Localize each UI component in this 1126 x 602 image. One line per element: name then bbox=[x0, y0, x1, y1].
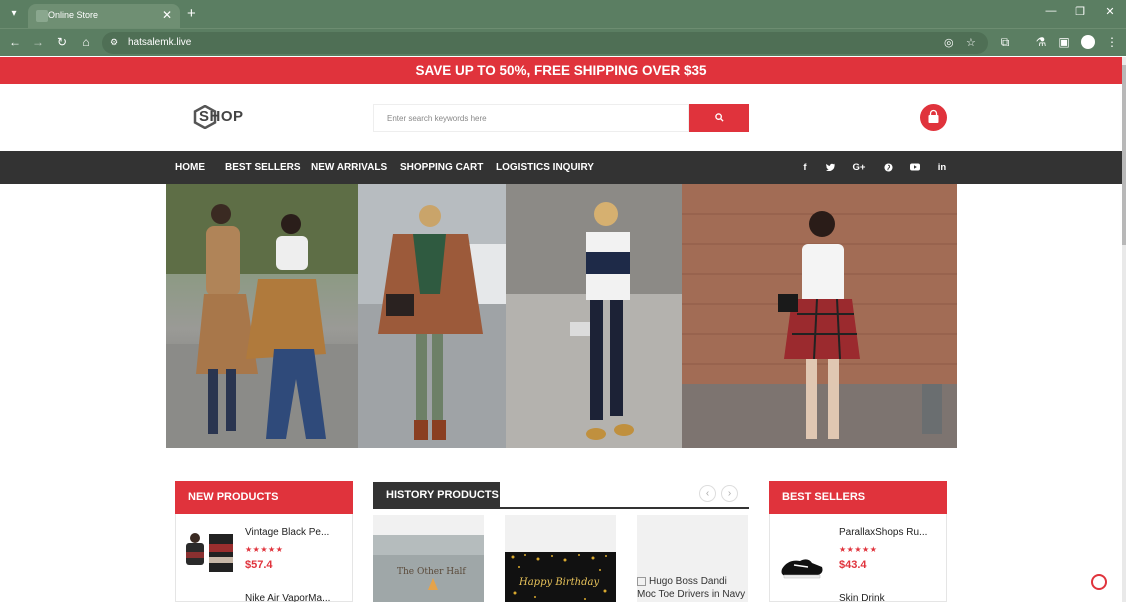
site-info-icon[interactable]: ⚙ bbox=[110, 37, 122, 49]
home-icon[interactable]: ⌂ bbox=[78, 35, 94, 49]
hero-image-1 bbox=[166, 184, 358, 448]
cart-button[interactable] bbox=[920, 104, 947, 131]
history-products-header: HISTORY PRODUCTS bbox=[373, 482, 500, 508]
chat-help-icon[interactable] bbox=[1091, 574, 1107, 590]
best-sellers-header: BEST SELLERS bbox=[769, 481, 947, 514]
logo-text: SHOP bbox=[199, 108, 244, 125]
restore-icon[interactable]: ❐ bbox=[1072, 5, 1088, 18]
history-product-3-broken-image: Hugo Boss Dandi Moc Toe Drivers in Navy … bbox=[637, 575, 748, 602]
history-next-button[interactable]: › bbox=[721, 485, 738, 502]
forward-icon[interactable]: → bbox=[30, 35, 46, 49]
scrollbar-thumb[interactable] bbox=[1122, 65, 1126, 245]
profile-avatar-icon[interactable] bbox=[1081, 35, 1095, 49]
history-product-1-image-text: The Other Half bbox=[397, 567, 466, 577]
tab-search-icon[interactable]: ▾ bbox=[6, 6, 22, 22]
best-seller-1-name[interactable]: ParallaxShops Ru... bbox=[839, 527, 927, 538]
main-menu: HOME BEST SELLERS NEW ARRIVALS SHOPPING … bbox=[0, 151, 1122, 184]
lab-icon[interactable]: ⚗ bbox=[1033, 35, 1049, 49]
google-plus-icon[interactable]: G+ bbox=[851, 151, 867, 184]
page-scrollbar[interactable] bbox=[1122, 57, 1126, 602]
tab-favicon-icon bbox=[36, 10, 48, 22]
minimize-icon[interactable]: — bbox=[1043, 5, 1059, 17]
best-seller-2-name[interactable]: Skin Drink bbox=[839, 593, 885, 602]
hero-image-4 bbox=[682, 184, 957, 448]
address-bar[interactable]: ⚙ hatsalemk.live ◎ ☆ bbox=[102, 32, 988, 54]
search-input[interactable] bbox=[373, 104, 689, 132]
twitter-icon[interactable] bbox=[822, 151, 838, 184]
history-product-card-1[interactable]: The Other Half bbox=[373, 515, 484, 602]
hero-banner[interactable] bbox=[166, 184, 957, 448]
best-seller-1-rating: ★★★★★ bbox=[839, 545, 878, 554]
hero-image-2 bbox=[358, 184, 506, 448]
history-product-3-alt-text: Hugo Boss Dandi Moc Toe Drivers in Navy … bbox=[637, 576, 746, 600]
new-product-1-name[interactable]: Vintage Black Pe... bbox=[245, 527, 329, 538]
back-icon[interactable]: ← bbox=[7, 35, 23, 49]
tab-close-icon[interactable]: ✕ bbox=[162, 8, 172, 22]
browser-toolbar: ← → ↻ ⌂ ⚙ hatsalemk.live ◎ ☆ ⧉ ⚗ ▣ ⋮ bbox=[0, 28, 1126, 56]
new-products-header: NEW PRODUCTS bbox=[175, 481, 353, 514]
youtube-icon[interactable] bbox=[907, 151, 923, 184]
facebook-icon[interactable]: f bbox=[797, 151, 813, 184]
tab-title: Online Store bbox=[48, 10, 99, 20]
search-button[interactable] bbox=[689, 104, 749, 132]
extensions-icon[interactable]: ⧉ bbox=[997, 35, 1013, 50]
best-seller-1-thumbnail[interactable] bbox=[778, 545, 826, 583]
history-product-card-2[interactable]: Happy Birthday bbox=[505, 515, 616, 602]
menu-item-new-arrivals[interactable]: NEW ARRIVALS bbox=[311, 151, 387, 184]
history-product-card-3[interactable]: Hugo Boss Dandi Moc Toe Drivers in Navy … bbox=[637, 515, 748, 602]
reload-icon[interactable]: ↻ bbox=[54, 35, 70, 49]
pinterest-icon[interactable] bbox=[880, 151, 896, 184]
history-prev-button[interactable]: ‹ bbox=[699, 485, 716, 502]
sidebar-icon[interactable]: ▣ bbox=[1056, 35, 1072, 49]
browser-tab[interactable]: Online Store ✕ bbox=[28, 4, 180, 28]
search-icon bbox=[714, 113, 724, 122]
menu-item-best-sellers[interactable]: BEST SELLERS bbox=[225, 151, 301, 184]
hero-image-3 bbox=[506, 184, 682, 448]
browser-tab-bar: ▾ Online Store ✕ + — ❐ ✕ bbox=[0, 0, 1126, 28]
browser-menu-icon[interactable]: ⋮ bbox=[1104, 35, 1120, 49]
new-product-2-name[interactable]: Nike Air VaporMa... bbox=[245, 593, 330, 602]
shopping-bag-icon bbox=[928, 109, 939, 123]
menu-item-shopping-cart[interactable]: SHOPPING CART bbox=[400, 151, 483, 184]
linkedin-icon[interactable]: in bbox=[934, 151, 950, 184]
broken-image-icon bbox=[637, 576, 646, 586]
eye-off-icon[interactable]: ◎ bbox=[944, 36, 954, 49]
best-seller-1-price: $43.4 bbox=[839, 559, 867, 571]
history-products-divider bbox=[373, 507, 749, 509]
bookmark-star-icon[interactable]: ☆ bbox=[966, 36, 976, 49]
menu-item-home[interactable]: HOME bbox=[175, 151, 205, 184]
menu-item-logistics-inquiry[interactable]: LOGISTICS INQUIRY bbox=[496, 151, 594, 184]
url-text[interactable]: hatsalemk.live bbox=[128, 37, 191, 48]
close-window-icon[interactable]: ✕ bbox=[1102, 5, 1118, 18]
new-product-1-price: $57.4 bbox=[245, 559, 273, 571]
new-product-1-rating: ★★★★★ bbox=[245, 545, 284, 554]
history-product-2-image-text: Happy Birthday bbox=[519, 577, 600, 588]
promo-banner: SAVE UP TO 50%, FREE SHIPPING OVER $35 bbox=[0, 57, 1122, 84]
new-tab-icon[interactable]: + bbox=[187, 5, 196, 22]
new-product-1-thumbnail[interactable] bbox=[182, 530, 235, 575]
